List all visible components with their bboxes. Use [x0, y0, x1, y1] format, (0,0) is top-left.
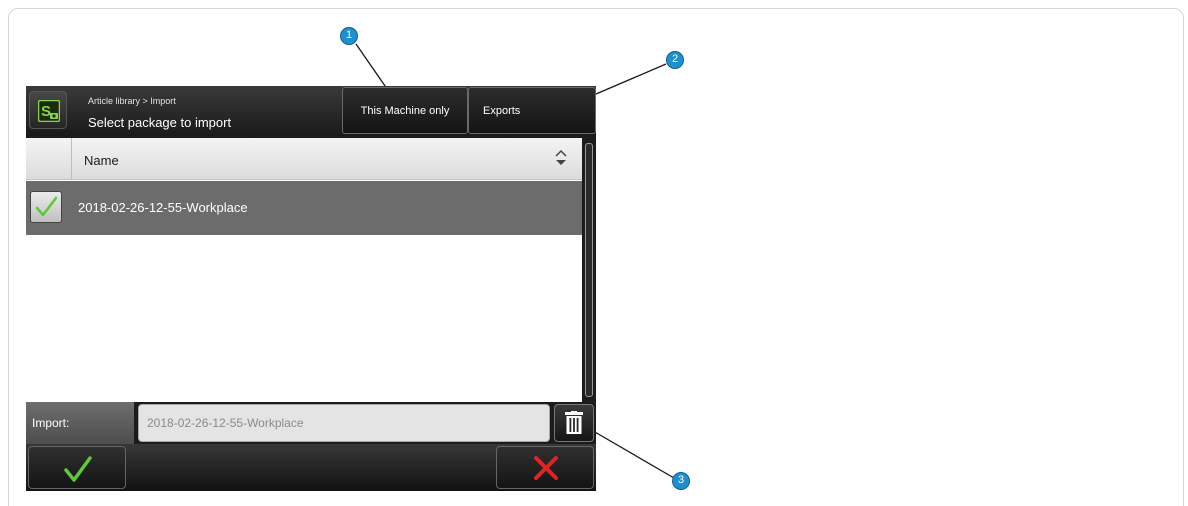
- callout-2: 2: [666, 51, 684, 69]
- row-name: 2018-02-26-12-55-Workplace: [78, 200, 248, 215]
- import-bar: Import: 2018-02-26-12-55-Workplace: [26, 402, 596, 444]
- close-x-icon: [534, 456, 558, 480]
- list-scrollbar[interactable]: [582, 138, 596, 402]
- this-machine-only-button[interactable]: This Machine only: [342, 87, 468, 134]
- select-column-header[interactable]: [26, 138, 72, 180]
- import-dialog: S Article library > Import Select packag…: [26, 86, 596, 491]
- callout-3: 3: [672, 472, 690, 490]
- page-title: Select package to import: [88, 115, 232, 130]
- delete-button[interactable]: [554, 404, 594, 442]
- trash-icon: [565, 411, 583, 434]
- row-checkbox[interactable]: [30, 191, 62, 223]
- breadcrumb: Article library > Import: [88, 96, 176, 106]
- cancel-button[interactable]: [496, 446, 594, 489]
- import-label: Import:: [26, 402, 134, 444]
- svg-text:S: S: [41, 103, 51, 120]
- footer-bar: [26, 444, 596, 491]
- column-header-name[interactable]: Name: [84, 153, 119, 168]
- checkmark-icon: [64, 456, 92, 482]
- list-header: Name: [26, 138, 582, 180]
- app-logo-icon[interactable]: S: [29, 91, 67, 129]
- title-bar: S Article library > Import Select packag…: [26, 86, 596, 136]
- scrollbar-thumb[interactable]: [585, 143, 593, 397]
- sort-up-down-icon[interactable]: [554, 149, 568, 167]
- exports-button[interactable]: Exports: [468, 87, 596, 134]
- checkmark-icon: [35, 196, 58, 217]
- package-list: Name 2018-02-26-12-55-Workplace: [26, 138, 582, 402]
- table-row[interactable]: 2018-02-26-12-55-Workplace: [26, 181, 582, 235]
- confirm-button[interactable]: [28, 446, 126, 489]
- import-path-field[interactable]: 2018-02-26-12-55-Workplace: [138, 404, 550, 442]
- callout-1: 1: [340, 27, 358, 45]
